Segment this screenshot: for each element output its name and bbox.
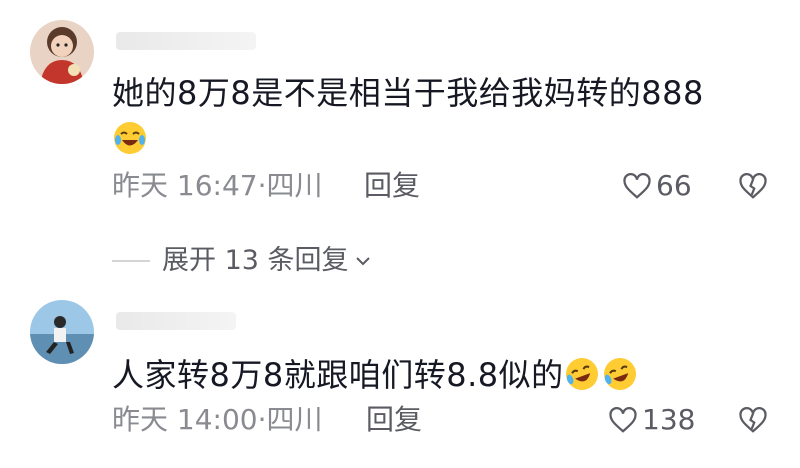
like-count: 138 [642, 403, 696, 436]
heart-outline-icon [623, 173, 651, 199]
avatar[interactable] [30, 20, 94, 84]
comment-text: 人家转8万8就跟咱们转8.8似的 [112, 352, 760, 398]
avatar-image [30, 20, 94, 84]
username-blurred[interactable] [116, 312, 236, 330]
divider-line [112, 260, 150, 262]
like-button[interactable]: 138 [608, 402, 695, 438]
like-button[interactable]: 66 [622, 168, 692, 204]
like-count: 66 [656, 169, 692, 202]
broken-heart-icon[interactable] [738, 171, 768, 201]
comment-text: 她的8万8是不是相当于我给我妈转的888 [112, 70, 760, 162]
expand-replies-button[interactable]: 展开 13 条回复 [112, 244, 373, 278]
reply-button[interactable]: 回复 [364, 168, 420, 204]
rofl-emoji-icon [603, 358, 636, 390]
heart-outline-icon [609, 407, 637, 433]
comment-1: 她的8万8是不是相当于我给我妈转的888 昨天 16:47·四川 回复 66 [0, 0, 800, 230]
avatar-image [30, 300, 94, 364]
comment-text-content: 人家转8万8就跟咱们转8.8似的 [112, 356, 564, 394]
comment-text-content: 她的8万8是不是相当于我给我妈转的888 [112, 74, 704, 112]
reply-button[interactable]: 回复 [366, 402, 422, 438]
rofl-emoji-icon [565, 358, 598, 390]
time-location: 昨天 14:00·四川 [112, 403, 323, 436]
chevron-down-icon [355, 257, 370, 266]
time-location: 昨天 16:47·四川 [112, 169, 323, 202]
expand-replies-label: 展开 13 条回复 [162, 245, 349, 276]
broken-heart-icon[interactable] [738, 405, 768, 435]
comment-2: 人家转8万8就跟咱们转8.8似的 昨天 14:00·四川 回复 138 [0, 290, 800, 468]
avatar[interactable] [30, 300, 94, 364]
crying-laughing-emoji-icon [114, 122, 146, 154]
username-blurred[interactable] [116, 32, 256, 50]
